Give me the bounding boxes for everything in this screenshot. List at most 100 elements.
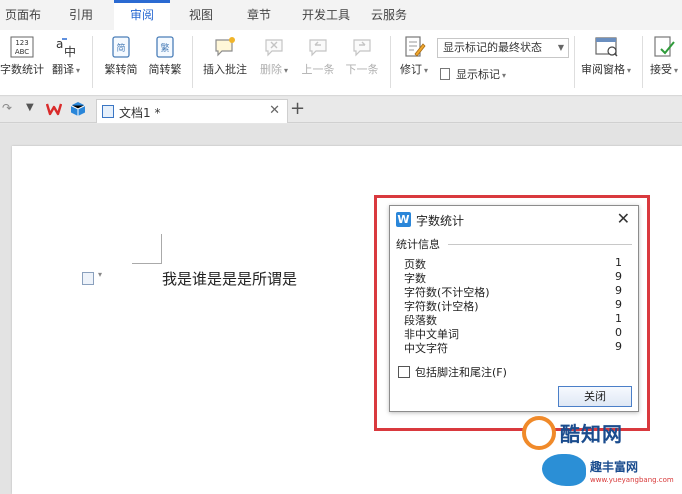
accept-icon: [652, 36, 676, 58]
tab-developer-tools[interactable]: 开发工具: [294, 0, 358, 30]
accept-button[interactable]: 接受 ▾: [646, 34, 682, 90]
include-footnotes-label[interactable]: 包括脚注和尾注(F): [415, 364, 507, 380]
simp-to-trad-label: 简转繁: [148, 63, 182, 76]
insert-comment-label: 插入批注: [203, 63, 247, 76]
simp-to-trad-button[interactable]: 繁 简转繁: [144, 34, 186, 90]
stat-value: 1: [615, 312, 622, 325]
stat-value: 0: [615, 326, 622, 339]
watermark-slogan: 趣丰富网: [590, 460, 639, 474]
dialog-title: 字数统计: [416, 214, 465, 228]
stat-value: 1: [615, 256, 622, 269]
watermark-brand: 酷知网: [560, 422, 623, 446]
svg-text:简: 简: [116, 42, 125, 54]
document-tab-bar: ↷ ▼ 文档1 * ✕ +: [0, 97, 682, 123]
stat-value: 9: [615, 270, 622, 283]
chevron-down-icon: ▾: [502, 71, 507, 80]
include-footnotes-checkbox[interactable]: [398, 366, 410, 378]
watermark-logo: 酷知网 趣丰富网 www.yueyangbang.com: [518, 410, 678, 490]
track-changes-icon: [402, 36, 426, 58]
delete-comment-button[interactable]: 删除 ▾: [254, 34, 294, 90]
tab-chapter[interactable]: 章节: [236, 0, 282, 30]
document-text[interactable]: 我是谁是是是所谓是: [162, 268, 297, 289]
chevron-down-icon: ▾: [283, 66, 288, 75]
tab-review[interactable]: 审阅: [114, 0, 170, 30]
statistics-section-title: 统计信息: [396, 238, 440, 251]
document-tab-label: 文档1 *: [119, 106, 161, 120]
trad-to-simp-label: 繁转简: [104, 63, 138, 76]
svg-text:繁: 繁: [160, 42, 169, 54]
chevron-down-icon: ▾: [75, 66, 80, 75]
delete-comment-label: 删除: [259, 63, 282, 76]
show-markup-button[interactable]: 显示标记 ▾: [440, 66, 506, 82]
next-comment-icon: [350, 36, 374, 58]
stat-row: 非中文单词 0: [404, 326, 630, 341]
chevron-down-icon: ▼: [557, 43, 564, 52]
close-button[interactable]: 关闭: [558, 386, 632, 407]
track-changes-label: 修订: [399, 63, 422, 76]
tab-cloud-service[interactable]: 云服务: [364, 0, 414, 30]
stat-row: 字符数(计空格) 9: [404, 298, 630, 313]
ribbon-toolbar: 123 ABC 字数统计 a中 翻译 ▾ 简 繁转简 繁 简转繁 插入批注 删除 ▾: [0, 30, 682, 96]
stat-row: 字数 9: [404, 270, 630, 285]
close-icon[interactable]: ✕: [269, 103, 280, 118]
divider: [448, 244, 632, 245]
word-count-dialog: W 字数统计 ✕ 统计信息 页数 1 字数 9 字符数(不计空格) 9 字符数(…: [389, 205, 639, 412]
svg-text:ABC: ABC: [15, 48, 29, 56]
delete-comment-icon: [262, 36, 286, 58]
watermark-url: www.yueyangbang.com: [590, 476, 674, 484]
display-mode-select[interactable]: 显示标记的最终状态 ▼: [437, 38, 569, 58]
trad-to-simp-icon: 简: [109, 36, 133, 58]
redo-icon[interactable]: ↷: [2, 101, 12, 115]
next-comment-label: 下一条: [345, 63, 379, 76]
review-pane-button[interactable]: 审阅窗格 ▾: [576, 34, 636, 90]
chevron-down-icon[interactable]: ▼: [26, 102, 34, 113]
trad-to-simp-button[interactable]: 简 繁转简: [100, 34, 142, 90]
divider: [642, 36, 643, 88]
tab-references[interactable]: 引用: [58, 0, 104, 30]
document-tab[interactable]: 文档1 * ✕: [96, 99, 288, 123]
brand-circle-icon: [522, 416, 556, 450]
prev-comment-button[interactable]: 上一条: [296, 34, 340, 90]
track-changes-button[interactable]: 修订 ▾: [394, 34, 434, 90]
word-count-label: 字数统计: [0, 63, 44, 76]
stat-row: 字符数(不计空格) 9: [404, 284, 630, 299]
word-count-button[interactable]: 123 ABC 字数统计: [0, 34, 44, 90]
close-icon[interactable]: ✕: [617, 209, 630, 228]
cube-icon[interactable]: [70, 101, 86, 117]
margin-corner-mark: [132, 234, 162, 264]
document-icon: [102, 105, 114, 118]
chevron-down-icon: ▾: [626, 66, 631, 75]
review-pane-label: 审阅窗格: [580, 63, 625, 76]
next-comment-button[interactable]: 下一条: [340, 34, 384, 90]
paragraph-options-icon[interactable]: [82, 272, 94, 285]
show-markup-label: 显示标记: [456, 68, 500, 81]
display-mode-value: 显示标记的最终状态: [443, 41, 542, 54]
insert-comment-icon: [213, 36, 237, 58]
word-count-icon: 123 ABC: [10, 36, 34, 58]
translate-label: 翻译: [51, 63, 74, 76]
accept-label: 接受: [649, 63, 672, 76]
chevron-down-icon: ▾: [673, 66, 678, 75]
new-tab-button[interactable]: +: [290, 98, 305, 119]
review-pane-icon: [594, 36, 618, 58]
divider: [92, 36, 93, 88]
tab-page-layout[interactable]: 页面布局: [0, 0, 46, 52]
simp-to-trad-icon: 繁: [153, 36, 177, 58]
stat-value: 9: [615, 340, 622, 353]
bird-mascot-icon: [542, 454, 586, 486]
stat-row: 页数 1: [404, 256, 630, 271]
divider: [390, 36, 391, 88]
translate-button[interactable]: a中 翻译 ▾: [46, 34, 86, 90]
stat-row: 段落数 1: [404, 312, 630, 327]
stat-row: 中文字符 9: [404, 340, 630, 355]
insert-comment-button[interactable]: 插入批注: [198, 34, 252, 90]
wps-writer-icon: W: [396, 212, 411, 227]
stat-value: 9: [615, 284, 622, 297]
dialog-title-bar[interactable]: W 字数统计 ✕: [390, 206, 638, 234]
menu-bar: 页面布局 引用 审阅 视图 章节 开发工具 云服务: [0, 0, 682, 52]
wps-logo-icon[interactable]: [45, 101, 63, 117]
tab-view[interactable]: 视图: [178, 0, 224, 30]
chevron-down-icon: ▾: [423, 66, 428, 75]
svg-text:123: 123: [15, 39, 28, 47]
chevron-down-icon[interactable]: ▾: [98, 270, 102, 279]
